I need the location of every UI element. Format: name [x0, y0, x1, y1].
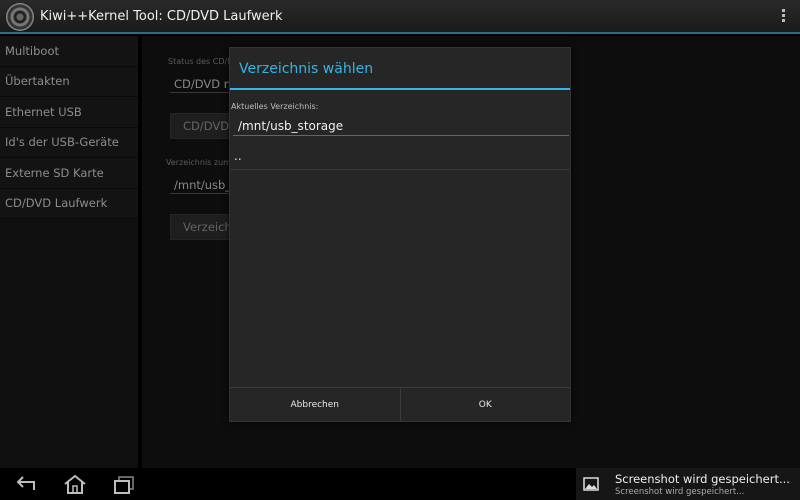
screenshot-notification[interactable]: Screenshot wird gespeichert... Screensho…	[576, 468, 800, 500]
image-icon	[583, 477, 599, 491]
current-dir-value[interactable]: /mnt/usb_storage	[238, 119, 343, 133]
app-title: Kiwi++Kernel Tool: CD/DVD Laufwerk	[40, 9, 283, 24]
dialog-title: Verzeichnis wählen	[239, 61, 374, 77]
app-logo-icon[interactable]	[6, 3, 34, 31]
choose-directory-dialog: Verzeichnis wählen Aktuelles Verzeichnis…	[229, 47, 571, 422]
recent-apps-icon[interactable]	[112, 474, 136, 496]
list-item-parent-dir[interactable]: ..	[234, 149, 242, 163]
cancel-button[interactable]: Abbrechen	[230, 388, 400, 421]
overflow-menu-icon[interactable]	[780, 9, 786, 25]
system-bar: Screenshot wird gespeichert... Screensho…	[0, 468, 800, 500]
current-dir-underline	[233, 135, 569, 136]
dialog-title-divider	[230, 88, 570, 90]
ok-button[interactable]: OK	[399, 388, 570, 421]
action-bar: Kiwi++Kernel Tool: CD/DVD Laufwerk	[0, 0, 800, 34]
home-icon[interactable]	[62, 473, 88, 495]
notification-subtitle: Screenshot wird gespeichert...	[615, 487, 745, 497]
back-icon[interactable]	[14, 474, 38, 496]
notification-title: Screenshot wird gespeichert...	[615, 472, 790, 486]
current-dir-label: Aktuelles Verzeichnis:	[231, 102, 319, 111]
list-divider	[230, 169, 570, 170]
dialog-button-bar: Abbrechen OK	[230, 387, 570, 421]
